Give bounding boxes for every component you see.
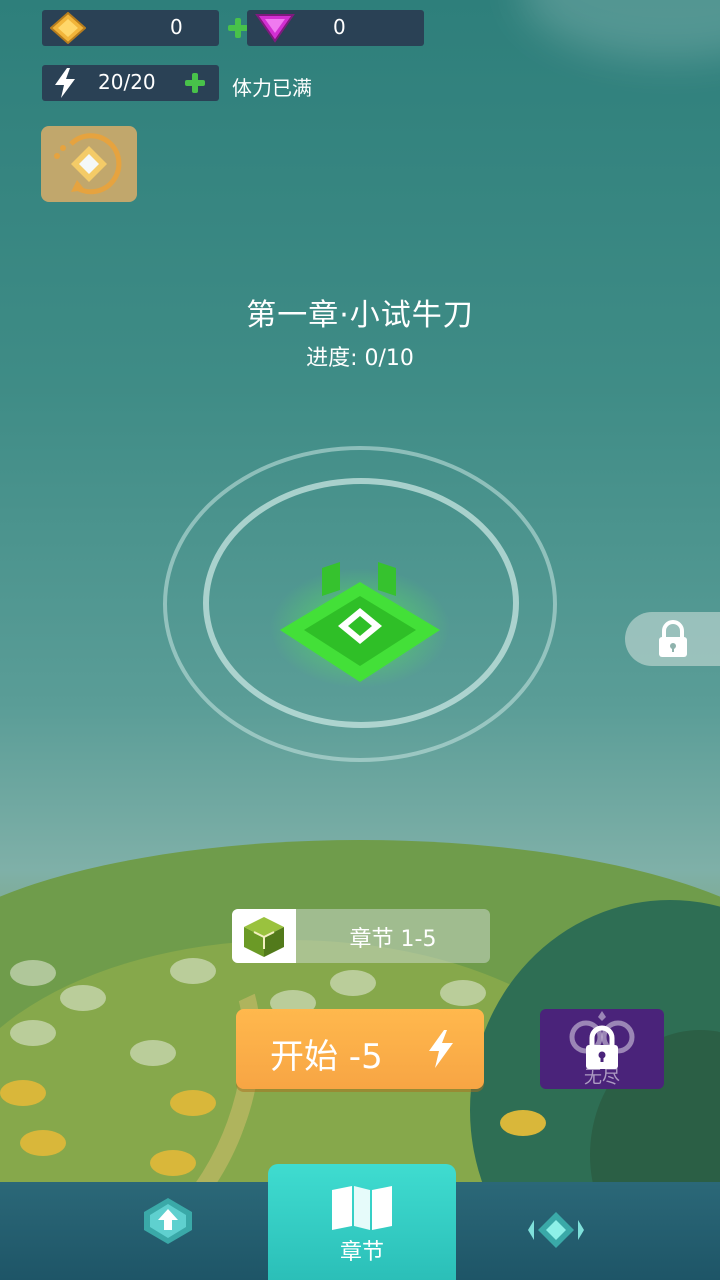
- flower: [170, 958, 216, 984]
- flower: [10, 1020, 56, 1046]
- chapter-title: 第一章·小试牛刀: [246, 298, 474, 333]
- daily-reward-icon: [54, 133, 122, 195]
- sky-glow: [520, 0, 720, 60]
- stamina-value: 20/20: [98, 70, 156, 94]
- chapter-range-label: 章节 1-5: [349, 927, 437, 952]
- gem-triangle-icon: [255, 14, 295, 43]
- lightning-icon: [429, 1030, 453, 1068]
- stamina-counter: 20/20: [42, 65, 219, 101]
- add-gold-icon[interactable]: [228, 18, 248, 38]
- next-chapter-lock-button[interactable]: [625, 612, 720, 666]
- level-node-icon[interactable]: [270, 560, 450, 690]
- gold-diamond-icon: [50, 12, 86, 44]
- map-icon: [332, 1186, 392, 1230]
- cube-icon-cell: [232, 909, 296, 963]
- lock-icon: [659, 620, 687, 657]
- stamina-status: 体力已满: [232, 76, 312, 100]
- tab-chapters[interactable]: 章节: [268, 1164, 456, 1280]
- endless-mode-label: 无尽: [584, 1067, 620, 1088]
- flower: [440, 980, 486, 1006]
- flower: [500, 1110, 546, 1136]
- flower: [0, 1080, 46, 1106]
- flower: [170, 1090, 216, 1116]
- flower: [330, 970, 376, 996]
- flower: [150, 1150, 196, 1176]
- tab-chapters-label: 章节: [339, 1240, 384, 1265]
- gold-value: 0: [170, 15, 183, 39]
- flower: [60, 985, 106, 1011]
- upgrade-icon[interactable]: [140, 1196, 196, 1248]
- gem-value: 0: [333, 15, 346, 39]
- daily-reward-button[interactable]: [41, 126, 137, 202]
- diamond-arrows-icon[interactable]: [520, 1210, 592, 1250]
- flower: [20, 1130, 66, 1156]
- cube-icon: [244, 917, 284, 957]
- chapter-progress: 进度: 0/10: [306, 346, 414, 371]
- endless-mode-button[interactable]: 无尽: [540, 1009, 664, 1089]
- lightning-icon: [55, 68, 75, 98]
- flower: [130, 1040, 176, 1066]
- add-stamina-icon[interactable]: [185, 73, 205, 93]
- gold-counter: 0: [42, 10, 248, 46]
- flower: [10, 960, 56, 986]
- start-button[interactable]: 开始 -5: [236, 1009, 484, 1089]
- start-button-label: 开始 -5: [270, 1037, 383, 1077]
- chapter-range-tag[interactable]: 章节 1-5: [232, 909, 490, 963]
- gem-counter: 0: [247, 10, 424, 46]
